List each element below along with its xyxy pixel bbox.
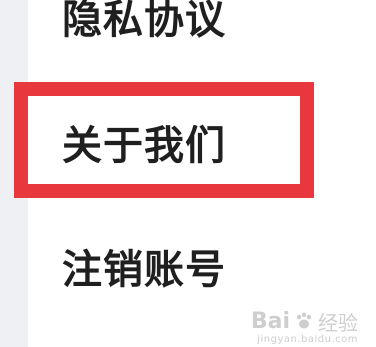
watermark-url: jingyan.baidu.com xyxy=(257,334,358,345)
menu-item-delete-account[interactable]: 注销账号 xyxy=(62,250,226,290)
watermark-brand: Bai xyxy=(250,309,290,334)
menu-item-privacy-policy[interactable]: 隐私协议 xyxy=(62,0,226,40)
paw-logo-icon xyxy=(296,312,312,329)
watermark-subtitle: 经验 xyxy=(318,311,358,335)
baidu-jingyan-watermark: Bai 经验 jingyan.baidu.com xyxy=(250,309,358,346)
highlight-annotation-box xyxy=(14,82,314,198)
